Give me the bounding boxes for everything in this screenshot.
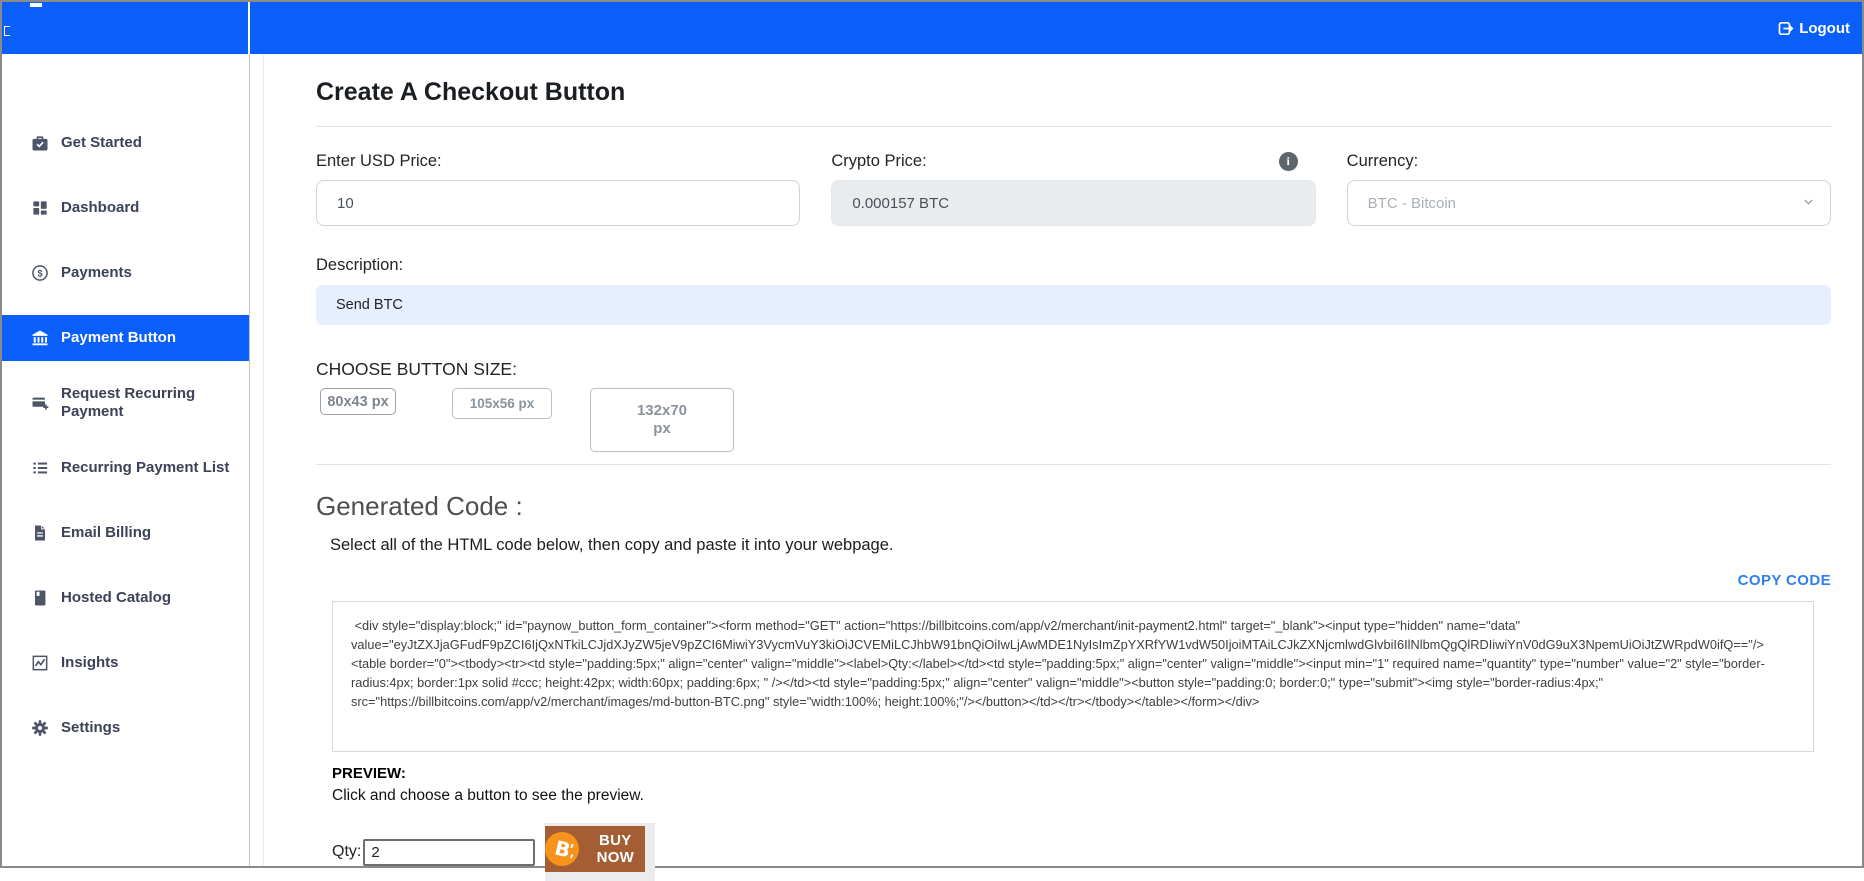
gear-icon <box>30 718 50 738</box>
sidebar-item-label: Insights <box>61 654 119 671</box>
sidebar-item-insights[interactable]: Insights <box>2 640 249 686</box>
dashboard-grid-icon <box>30 198 50 218</box>
sidebar-item-label: Get Started <box>61 134 142 151</box>
logout-label: Logout <box>1799 19 1850 37</box>
bank-icon <box>30 328 50 348</box>
description-input[interactable] <box>316 285 1831 325</box>
document-icon <box>30 523 50 543</box>
preview-row: Qty: B BUY NOW <box>332 823 1831 881</box>
logo-fragment <box>4 26 10 36</box>
crypto-price-label: Crypto Price: <box>831 151 927 170</box>
buy-now-button[interactable]: B BUY NOW <box>545 826 646 872</box>
buy-now-frame: B BUY NOW <box>545 823 656 881</box>
app-window: Logout Get Started Dashboard $ Payments … <box>0 0 1864 881</box>
price-form-row: Enter USD Price: Crypto Price: i Currenc… <box>316 151 1831 226</box>
currency-selected-value: BTC - Bitcoin <box>1367 194 1457 212</box>
list-icon <box>30 458 50 478</box>
chevron-down-icon <box>1801 194 1816 213</box>
card-plus-icon <box>30 393 50 413</box>
sidebar-item-label: Hosted Catalog <box>61 589 172 606</box>
generated-code-instruction: Select all of the HTML code below, then … <box>330 536 894 554</box>
preview-title: PREVIEW: <box>332 765 406 782</box>
sidebar-item-label: Payments <box>61 264 132 281</box>
usd-price-field-group: Enter USD Price: <box>316 151 801 226</box>
generated-code-box[interactable]: <div style="display:block;" id="paynow_b… <box>332 601 1814 752</box>
sidebar-item-payment-button[interactable]: Payment Button <box>2 315 249 361</box>
generated-code-title: Generated Code : <box>316 491 523 521</box>
crypto-price-field-group: Crypto Price: i <box>831 151 1316 226</box>
sidebar-item-dashboard[interactable]: Dashboard <box>2 185 249 231</box>
sidebar-item-label: Recurring Payment List <box>61 459 230 476</box>
currency-label: Currency: <box>1346 151 1419 170</box>
header-bar: Logout <box>250 2 1862 54</box>
usd-price-input[interactable] <box>316 180 801 226</box>
logout-button[interactable]: Logout <box>1777 20 1850 37</box>
qty-label: Qty: <box>332 843 362 860</box>
sidebar-item-label: Settings <box>61 719 121 736</box>
preview-instruction: Click and choose a button to see the pre… <box>332 787 644 804</box>
header-brand-strip <box>2 2 250 54</box>
divider <box>316 126 1831 127</box>
divider <box>316 464 1831 465</box>
page-title: Create A Checkout Button <box>316 78 626 106</box>
button-size-label: CHOOSE BUTTON SIZE: <box>316 359 517 379</box>
briefcase-check-icon <box>30 133 50 153</box>
copy-code-link[interactable]: COPY CODE <box>1738 572 1831 589</box>
currency-field-group: Currency: BTC - Bitcoin <box>1346 151 1831 226</box>
copy-code-row: COPY CODE <box>316 572 1831 590</box>
logout-icon <box>1777 20 1794 37</box>
sidebar-item-request-recurring-payment[interactable]: Request Recurring Payment <box>2 380 249 426</box>
info-circle-icon[interactable]: i <box>1278 151 1298 171</box>
generated-code-text: <div style="display:block;" id="paynow_b… <box>351 618 1768 709</box>
sidebar-item-payments[interactable]: $ Payments <box>2 250 249 296</box>
main-content: Create A Checkout Button Enter USD Price… <box>264 54 1862 881</box>
bitcoin-icon: B <box>545 832 580 866</box>
usd-price-label: Enter USD Price: <box>316 151 442 170</box>
sidebar-item-label: Email Billing <box>61 524 152 541</box>
size-option-132x70[interactable]: 132x70 px <box>590 388 734 452</box>
description-label: Description: <box>316 256 404 274</box>
logo-fragment <box>30 3 42 7</box>
size-option-80x43[interactable]: 80x43 px <box>320 388 396 415</box>
sidebar-item-settings[interactable]: Settings <box>2 705 249 751</box>
size-option-label: 132x70 px <box>636 402 688 437</box>
currency-select[interactable]: BTC - Bitcoin <box>1346 180 1831 226</box>
qty-input[interactable] <box>363 838 536 866</box>
sidebar-item-hosted-catalog[interactable]: Hosted Catalog <box>2 575 249 621</box>
button-size-options: 80x43 px 105x56 px 132x70 px <box>316 388 1831 452</box>
sidebar-item-email-billing[interactable]: Email Billing <box>2 510 249 556</box>
buy-now-label: BUY NOW <box>596 832 635 866</box>
crypto-price-field <box>831 180 1316 226</box>
dollar-circle-icon: $ <box>30 263 50 283</box>
chart-line-icon <box>30 653 50 673</box>
sidebar-item-recurring-payment-list[interactable]: Recurring Payment List <box>2 445 249 491</box>
svg-text:$: $ <box>37 268 42 278</box>
sidebar-item-get-started[interactable]: Get Started <box>2 120 249 166</box>
sidebar-item-label: Dashboard <box>61 199 140 216</box>
sidebar: Get Started Dashboard $ Payments Payment… <box>2 54 250 866</box>
size-option-105x56[interactable]: 105x56 px <box>452 388 552 419</box>
book-icon <box>30 588 50 608</box>
sidebar-gutter <box>250 54 264 866</box>
description-field-group: Description: <box>316 256 1831 325</box>
sidebar-item-label: Request Recurring Payment <box>61 385 196 420</box>
top-header: Logout <box>2 2 1862 54</box>
sidebar-item-label: Payment Button <box>61 329 177 346</box>
